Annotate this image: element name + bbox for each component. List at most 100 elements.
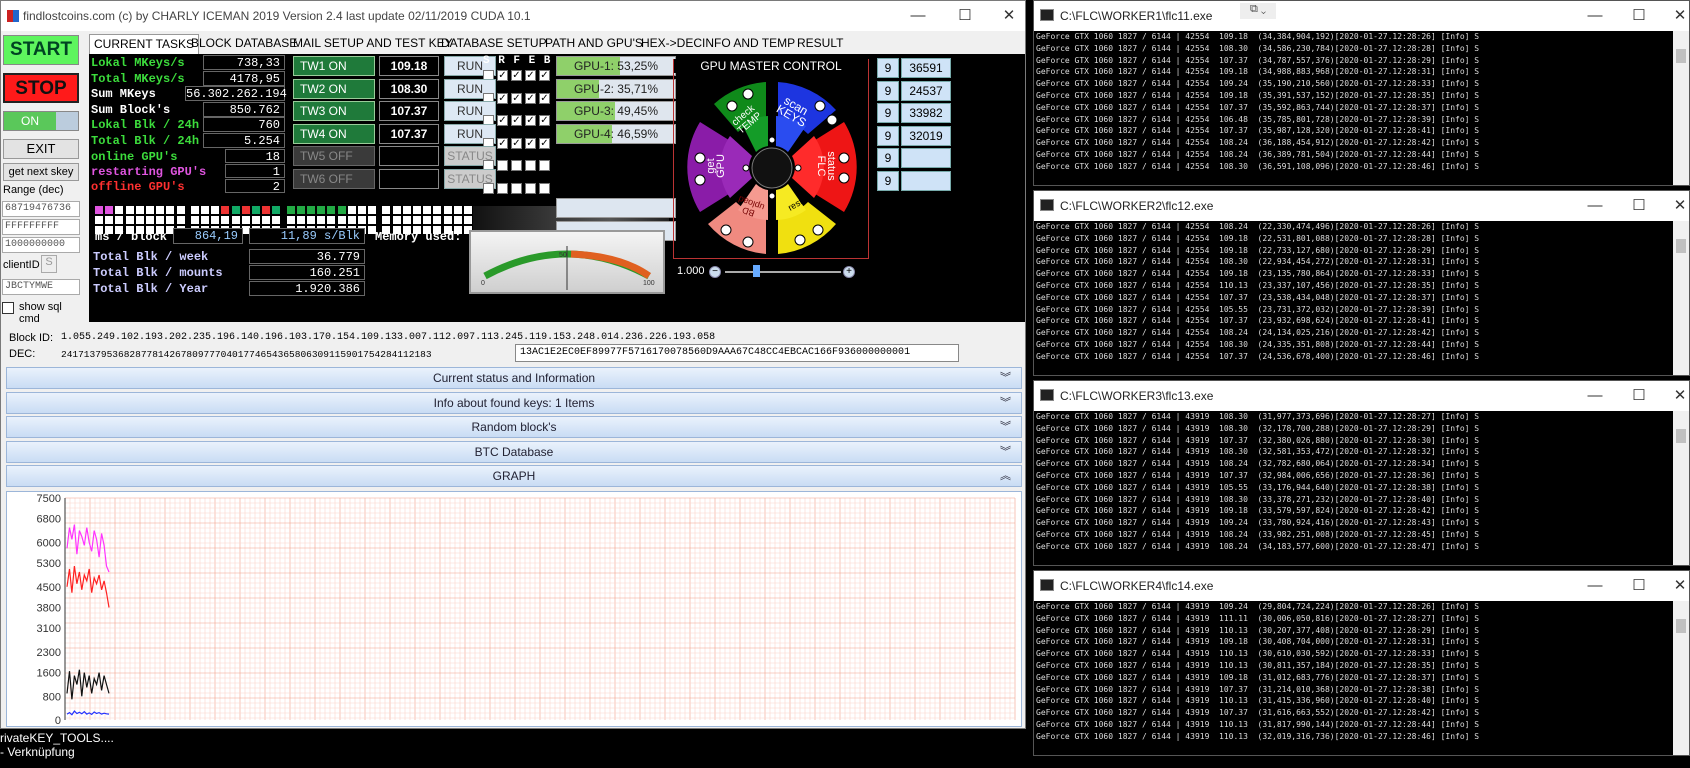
- worker-flag-checkbox[interactable]: ✓: [539, 92, 550, 104]
- desktop-shortcut[interactable]: rivateKEY_TOOLS.... - Verknüpfung: [0, 731, 114, 759]
- worker-flag-checkbox[interactable]: [483, 182, 494, 194]
- console-snap-menu-icon[interactable]: ⧉ ⌄: [1240, 3, 1276, 19]
- accordion-header[interactable]: BTC Database ︾: [6, 440, 1022, 463]
- accordion-header[interactable]: Info about found keys: 1 Items ︾: [6, 391, 1022, 414]
- side-nine-button[interactable]: 9: [877, 148, 899, 168]
- tab-block-database[interactable]: BLOCK DATABASE: [187, 34, 301, 54]
- close-icon[interactable]: ✕: [1000, 7, 1018, 25]
- console-scrollbar[interactable]: [1673, 221, 1689, 375]
- exit-button[interactable]: EXIT: [3, 139, 79, 159]
- worker-flag-checkbox[interactable]: ✓: [525, 137, 536, 149]
- worker-flag-checkbox[interactable]: ✓: [497, 70, 508, 81]
- worker-flag-checkbox[interactable]: [497, 182, 508, 194]
- console-minimize-icon[interactable]: —: [1586, 7, 1604, 25]
- maximize-icon[interactable]: ☐: [956, 7, 974, 25]
- worker-toggle-2[interactable]: TW2 ON: [293, 78, 375, 99]
- tab-mail-setup[interactable]: MAIL SETUP AND TEST KEY: [289, 34, 457, 54]
- tab-database-setup[interactable]: DATABASE SETUP: [437, 34, 551, 54]
- worker-flag-checkbox[interactable]: ✓: [497, 92, 508, 104]
- side-count-button[interactable]: [901, 170, 951, 191]
- worker-flag-checkbox[interactable]: ✓: [539, 70, 550, 81]
- worker-toggle-4[interactable]: TW4 ON: [293, 123, 375, 144]
- worker-flag-checkbox[interactable]: ✓: [525, 115, 536, 126]
- worker-toggle-1[interactable]: TW1 ON: [293, 56, 375, 76]
- tab-info-and-temp[interactable]: INFO AND TEMP: [698, 34, 799, 54]
- side-nine-button[interactable]: 9: [877, 125, 899, 146]
- side-count-button[interactable]: 36591: [901, 58, 951, 78]
- worker-flag-checkbox[interactable]: [525, 182, 536, 194]
- accordion-header[interactable]: GRAPH ︽: [6, 465, 1022, 487]
- console-close-icon[interactable]: ✕: [1671, 7, 1689, 25]
- side-nine-button[interactable]: 9: [877, 80, 899, 101]
- chevron-icon[interactable]: ︾: [1000, 393, 1011, 413]
- minimize-icon[interactable]: —: [909, 7, 927, 25]
- console-titlebar[interactable]: C:\FLC\WORKER2\flc12.exe — ☐ ✕: [1034, 191, 1689, 221]
- chevron-icon[interactable]: ︾: [1000, 368, 1011, 388]
- side-count-button[interactable]: [901, 148, 951, 168]
- side-count-button[interactable]: 33982: [901, 103, 951, 123]
- console-titlebar[interactable]: C:\FLC\WORKER3\flc13.exe — ☐ ✕: [1034, 381, 1689, 411]
- console-scrollbar[interactable]: [1673, 31, 1689, 185]
- worker-flag-checkbox[interactable]: [525, 160, 536, 171]
- console-scroll-thumb[interactable]: [1676, 619, 1686, 633]
- console-scrollbar[interactable]: [1673, 601, 1689, 755]
- tab-current-tasks[interactable]: CURRENT TASKS: [89, 34, 200, 54]
- console-titlebar[interactable]: C:\FLC\WORKER1\flc11.exe — ☐ ✕ ⧉ ⌄: [1034, 1, 1689, 31]
- worker-flag-checkbox[interactable]: ✓: [511, 70, 522, 81]
- client-id-field[interactable]: JBCTYMWE: [2, 279, 80, 295]
- side-nine-button[interactable]: 9: [877, 58, 899, 78]
- worker-flag-checkbox[interactable]: ✓: [497, 137, 508, 149]
- worker-flag-checkbox[interactable]: ✓: [539, 115, 550, 126]
- worker-flag-checkbox[interactable]: ✓: [511, 137, 522, 149]
- console-titlebar[interactable]: C:\FLC\WORKER4\flc14.exe — ☐ ✕: [1034, 571, 1689, 601]
- worker-flag-checkbox[interactable]: ✓: [511, 115, 522, 126]
- console-scroll-thumb[interactable]: [1676, 429, 1686, 443]
- range-field-3[interactable]: 1000000000: [2, 237, 80, 253]
- zoom-thumb[interactable]: [753, 265, 760, 277]
- console-close-icon[interactable]: ✕: [1671, 577, 1689, 595]
- console-minimize-icon[interactable]: —: [1586, 387, 1604, 405]
- console-scrollbar[interactable]: [1673, 411, 1689, 565]
- chevron-icon[interactable]: ︾: [1000, 442, 1011, 462]
- master-dial[interactable]: [674, 60, 870, 260]
- worker-flag-checkbox[interactable]: ✓: [497, 115, 508, 126]
- client-s-field[interactable]: S: [41, 255, 57, 273]
- console-scroll-thumb[interactable]: [1676, 49, 1686, 63]
- console-close-icon[interactable]: ✕: [1671, 387, 1689, 405]
- worker-toggle-5[interactable]: TW5 OFF: [293, 146, 375, 166]
- side-nine-button[interactable]: 9: [877, 170, 899, 191]
- zoom-track[interactable]: [725, 271, 841, 273]
- side-nine-button[interactable]: 9: [877, 103, 899, 123]
- worker-flag-checkbox[interactable]: ✓: [525, 70, 536, 81]
- start-button[interactable]: START: [3, 35, 79, 65]
- chevron-icon[interactable]: ︾: [1000, 417, 1011, 437]
- zoom-in-icon[interactable]: +: [843, 266, 855, 278]
- tab-path-and-gpus[interactable]: PATH AND GPU'S: [541, 34, 647, 54]
- console-maximize-icon[interactable]: ☐: [1630, 577, 1648, 595]
- chevron-icon[interactable]: ︽: [1000, 466, 1011, 486]
- console-minimize-icon[interactable]: —: [1586, 197, 1604, 215]
- main-titlebar[interactable]: findlostcoins.com (c) by CHARLY ICEMAN 2…: [1, 1, 1025, 31]
- console-minimize-icon[interactable]: —: [1586, 577, 1604, 595]
- zoom-out-icon[interactable]: −: [709, 266, 721, 278]
- worker-flag-checkbox[interactable]: [511, 182, 522, 194]
- console-scroll-thumb[interactable]: [1676, 239, 1686, 253]
- worker-flag-checkbox[interactable]: [539, 160, 550, 171]
- worker-flag-checkbox[interactable]: ✓: [511, 92, 522, 104]
- side-count-button[interactable]: 32019: [901, 125, 951, 146]
- worker-flag-checkbox[interactable]: ✓: [539, 137, 550, 149]
- side-count-button[interactable]: 24537: [901, 80, 951, 101]
- on-toggle[interactable]: ON: [3, 111, 79, 131]
- worker-flag-checkbox[interactable]: ✓: [525, 92, 536, 104]
- worker-toggle-6[interactable]: TW6 OFF: [293, 168, 375, 189]
- hex-field[interactable]: 13AC1E2EC0EF89977F5716170078560D9AAA67C4…: [515, 344, 959, 362]
- console-maximize-icon[interactable]: ☐: [1630, 197, 1648, 215]
- worker-flag-checkbox[interactable]: [511, 160, 522, 171]
- console-close-icon[interactable]: ✕: [1671, 197, 1689, 215]
- worker-flag-checkbox[interactable]: [539, 182, 550, 194]
- range-field-1[interactable]: 68719476736: [2, 201, 80, 217]
- tab-hex-dec[interactable]: HEX->DEC: [637, 34, 706, 54]
- accordion-header[interactable]: Random block's ︾: [6, 416, 1022, 438]
- worker-flag-checkbox[interactable]: [497, 160, 508, 171]
- accordion-header[interactable]: Current status and Information ︾: [6, 367, 1022, 389]
